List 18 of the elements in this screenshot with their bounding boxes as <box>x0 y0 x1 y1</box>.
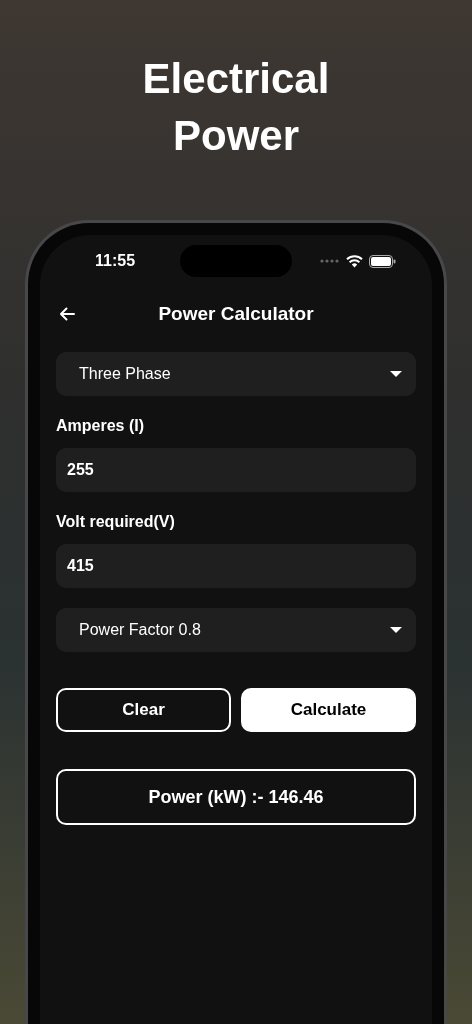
input-field[interactable]: 255 <box>56 448 416 492</box>
clear-button[interactable]: Clear <box>56 688 231 732</box>
dropdown[interactable]: Three Phase <box>56 352 416 396</box>
wifi-icon <box>346 254 363 268</box>
headline: Electrical Power <box>141 54 331 161</box>
calculate-button[interactable]: Calculate <box>241 688 416 732</box>
status-time: 11:55 <box>95 252 136 270</box>
back-button[interactable] <box>57 304 77 323</box>
input-field[interactable]: 415 <box>56 544 416 588</box>
screen-title: Power Calculator <box>158 302 314 325</box>
field-label: Volt required(V) <box>56 512 176 532</box>
caret-icon <box>390 627 402 633</box>
signal-icon <box>320 259 340 263</box>
dropdown[interactable]: Power Factor 0.8 <box>56 608 416 652</box>
result-box: Power (kW) :- 146.46 <box>56 769 416 825</box>
battery-icon <box>369 254 396 268</box>
field-label: Amperes (I) <box>56 416 146 436</box>
caret-icon <box>390 371 402 377</box>
